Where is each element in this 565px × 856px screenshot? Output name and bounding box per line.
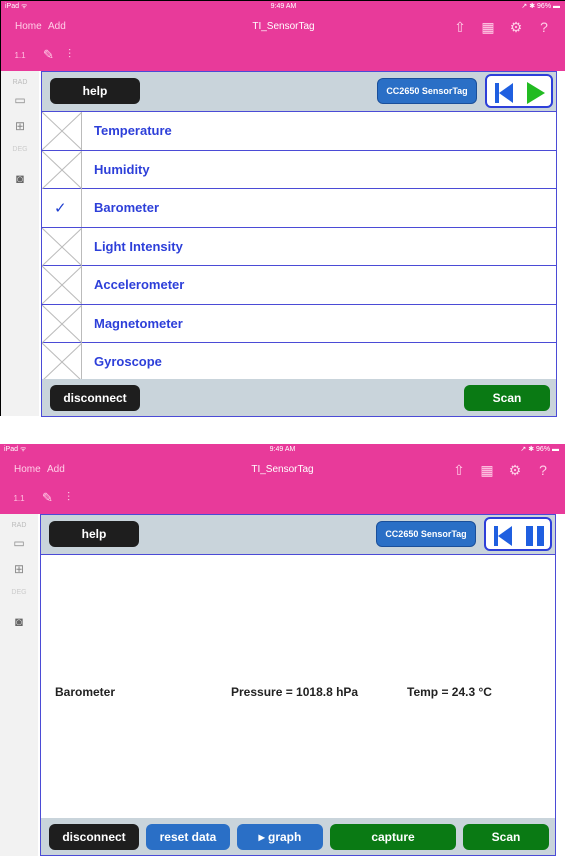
window-icon[interactable]: ▭: [0, 536, 38, 550]
help-icon[interactable]: ?: [529, 460, 557, 480]
toolbar: 1.1 ✎ ⫶: [0, 484, 565, 514]
empty-cross-icon: [42, 227, 82, 266]
nav-bar: Home Add TI_SensorTag ⇧ ▦ ⚙ ?: [1, 13, 565, 41]
window-icon[interactable]: ▭: [1, 93, 39, 107]
scan-button[interactable]: Scan: [464, 385, 550, 411]
calculator-icon[interactable]: ▦: [473, 460, 501, 480]
temperature-value: Temp = 24.3 °C: [407, 685, 492, 699]
sensor-label: Gyroscope: [94, 354, 162, 369]
help-button[interactable]: help: [49, 521, 139, 547]
empty-cross-icon: [42, 266, 82, 304]
checkbox-empty[interactable]: [42, 343, 82, 381]
graph-button[interactable]: ▸ graph: [237, 824, 323, 850]
skip-back-icon: [499, 83, 513, 103]
help-icon[interactable]: ?: [530, 17, 558, 37]
sensor-name: Barometer: [55, 685, 116, 699]
sensor-row[interactable]: Gyroscope: [42, 343, 556, 382]
playback-control[interactable]: [484, 517, 552, 551]
deg-label[interactable]: DEG: [0, 589, 38, 596]
wrench-icon[interactable]: ✎: [42, 490, 53, 506]
checkbox-empty[interactable]: [42, 266, 82, 304]
book-icon[interactable]: ⊞: [0, 562, 38, 576]
screen-sensor-list: iPad ᯤ 9:49 AM ↗ ✱ 96% ▬ Home Add TI_Sen…: [0, 0, 565, 417]
sidebar: RAD ▭ ⊞ DEG ◙: [0, 514, 38, 856]
sensor-row[interactable]: Magnetometer: [42, 304, 556, 343]
sensor-label: Barometer: [94, 200, 160, 215]
wrench-icon[interactable]: ✎: [43, 47, 54, 63]
camera-icon[interactable]: ◙: [0, 614, 38, 629]
nav-icons: ⇧ ▦ ⚙ ?: [445, 460, 557, 480]
sliders-icon[interactable]: ⫶: [67, 490, 70, 505]
app-top-bar: help CC2650 SensorTag: [41, 515, 555, 555]
app-top-bar: help CC2650 SensorTag: [42, 72, 556, 112]
play-icon: [527, 82, 545, 104]
capture-button[interactable]: capture: [330, 824, 456, 850]
sensor-label: Temperature: [94, 123, 172, 138]
rad-label[interactable]: RAD: [0, 522, 38, 529]
checkmark-icon: ✓: [54, 200, 67, 217]
book-icon[interactable]: ⊞: [1, 119, 39, 133]
skip-back-icon: [498, 526, 512, 546]
disconnect-button[interactable]: disconnect: [49, 824, 139, 850]
pause-icon-bar: [537, 526, 544, 546]
device-button[interactable]: CC2650 SensorTag: [376, 521, 476, 547]
pressure-value: Pressure = 1018.8 hPa: [231, 685, 359, 699]
empty-cross-icon: [42, 150, 82, 189]
battery-status: ↗ ✱ 96% ▬: [520, 446, 559, 453]
sensor-label: Light Intensity: [94, 238, 183, 254]
empty-cross-icon: [42, 112, 82, 150]
page-indicator[interactable]: 1.1: [0, 484, 38, 514]
device-button[interactable]: CC2650 SensorTag: [377, 78, 477, 104]
nav-bar: Home Add TI_SensorTag ⇧ ▦ ⚙ ?: [0, 456, 565, 484]
sensortag-app: help CC2650 SensorTag Barometer Pressure…: [40, 514, 556, 856]
sensor-label: Accelerometer: [94, 277, 185, 292]
gear-icon[interactable]: ⚙: [501, 460, 529, 480]
checkbox-empty[interactable]: [42, 304, 82, 343]
rad-label[interactable]: RAD: [1, 79, 39, 86]
checkbox-checked[interactable]: ✓: [42, 189, 82, 227]
empty-cross-icon: [42, 343, 82, 381]
battery-status: ↗ ✱ 96% ▬: [521, 3, 560, 10]
status-time: 9:49 AM: [270, 3, 297, 10]
disconnect-button[interactable]: disconnect: [50, 385, 140, 411]
sensor-row[interactable]: ✓ Barometer: [42, 189, 556, 228]
app-bottom-bar: disconnect reset data ▸ graph capture Sc…: [41, 818, 555, 855]
empty-cross-icon: [42, 304, 82, 343]
share-icon[interactable]: ⇧: [446, 17, 474, 37]
status-time: 9:49 AM: [269, 446, 296, 453]
pause-icon: [526, 526, 533, 546]
share-icon[interactable]: ⇧: [445, 460, 473, 480]
sensor-label: Magnetometer: [94, 315, 183, 331]
help-button[interactable]: help: [50, 78, 140, 104]
checkbox-empty[interactable]: [42, 227, 82, 266]
checkbox-empty[interactable]: [42, 112, 82, 150]
sensor-row[interactable]: Accelerometer: [42, 266, 556, 305]
app-bottom-bar: disconnect Scan: [42, 379, 556, 416]
toolbar: 1.1 ✎ ⫶: [1, 41, 565, 71]
sidebar: RAD ▭ ⊞ DEG ◙: [1, 71, 39, 416]
calculator-icon[interactable]: ▦: [474, 17, 502, 37]
sensor-label: Humidity: [94, 161, 150, 177]
scan-button[interactable]: Scan: [463, 824, 549, 850]
reset-data-button[interactable]: reset data: [146, 824, 230, 850]
page-indicator[interactable]: 1.1: [1, 41, 39, 71]
deg-label[interactable]: DEG: [1, 146, 39, 153]
sensor-row[interactable]: Light Intensity: [42, 227, 556, 266]
status-bar: iPad ᯤ 9:49 AM ↗ ✱ 96% ▬: [0, 444, 565, 456]
nav-icons: ⇧ ▦ ⚙ ?: [446, 17, 558, 37]
playback-control[interactable]: [485, 74, 553, 108]
sensor-row[interactable]: Humidity: [42, 150, 556, 189]
camera-icon[interactable]: ◙: [1, 171, 39, 186]
checkbox-empty[interactable]: [42, 150, 82, 189]
sliders-icon[interactable]: ⫶: [68, 47, 71, 62]
gear-icon[interactable]: ⚙: [502, 17, 530, 37]
sensortag-app: help CC2650 SensorTag Temperature Humidit…: [41, 71, 557, 417]
status-bar: iPad ᯤ 9:49 AM ↗ ✱ 96% ▬: [1, 1, 565, 13]
screen-barometer-reading: iPad ᯤ 9:49 AM ↗ ✱ 96% ▬ Home Add TI_Sen…: [0, 444, 565, 856]
sensor-row[interactable]: Temperature: [42, 112, 556, 151]
sensor-list: Temperature Humidity ✓ Barometer Light Inten…: [42, 112, 556, 382]
